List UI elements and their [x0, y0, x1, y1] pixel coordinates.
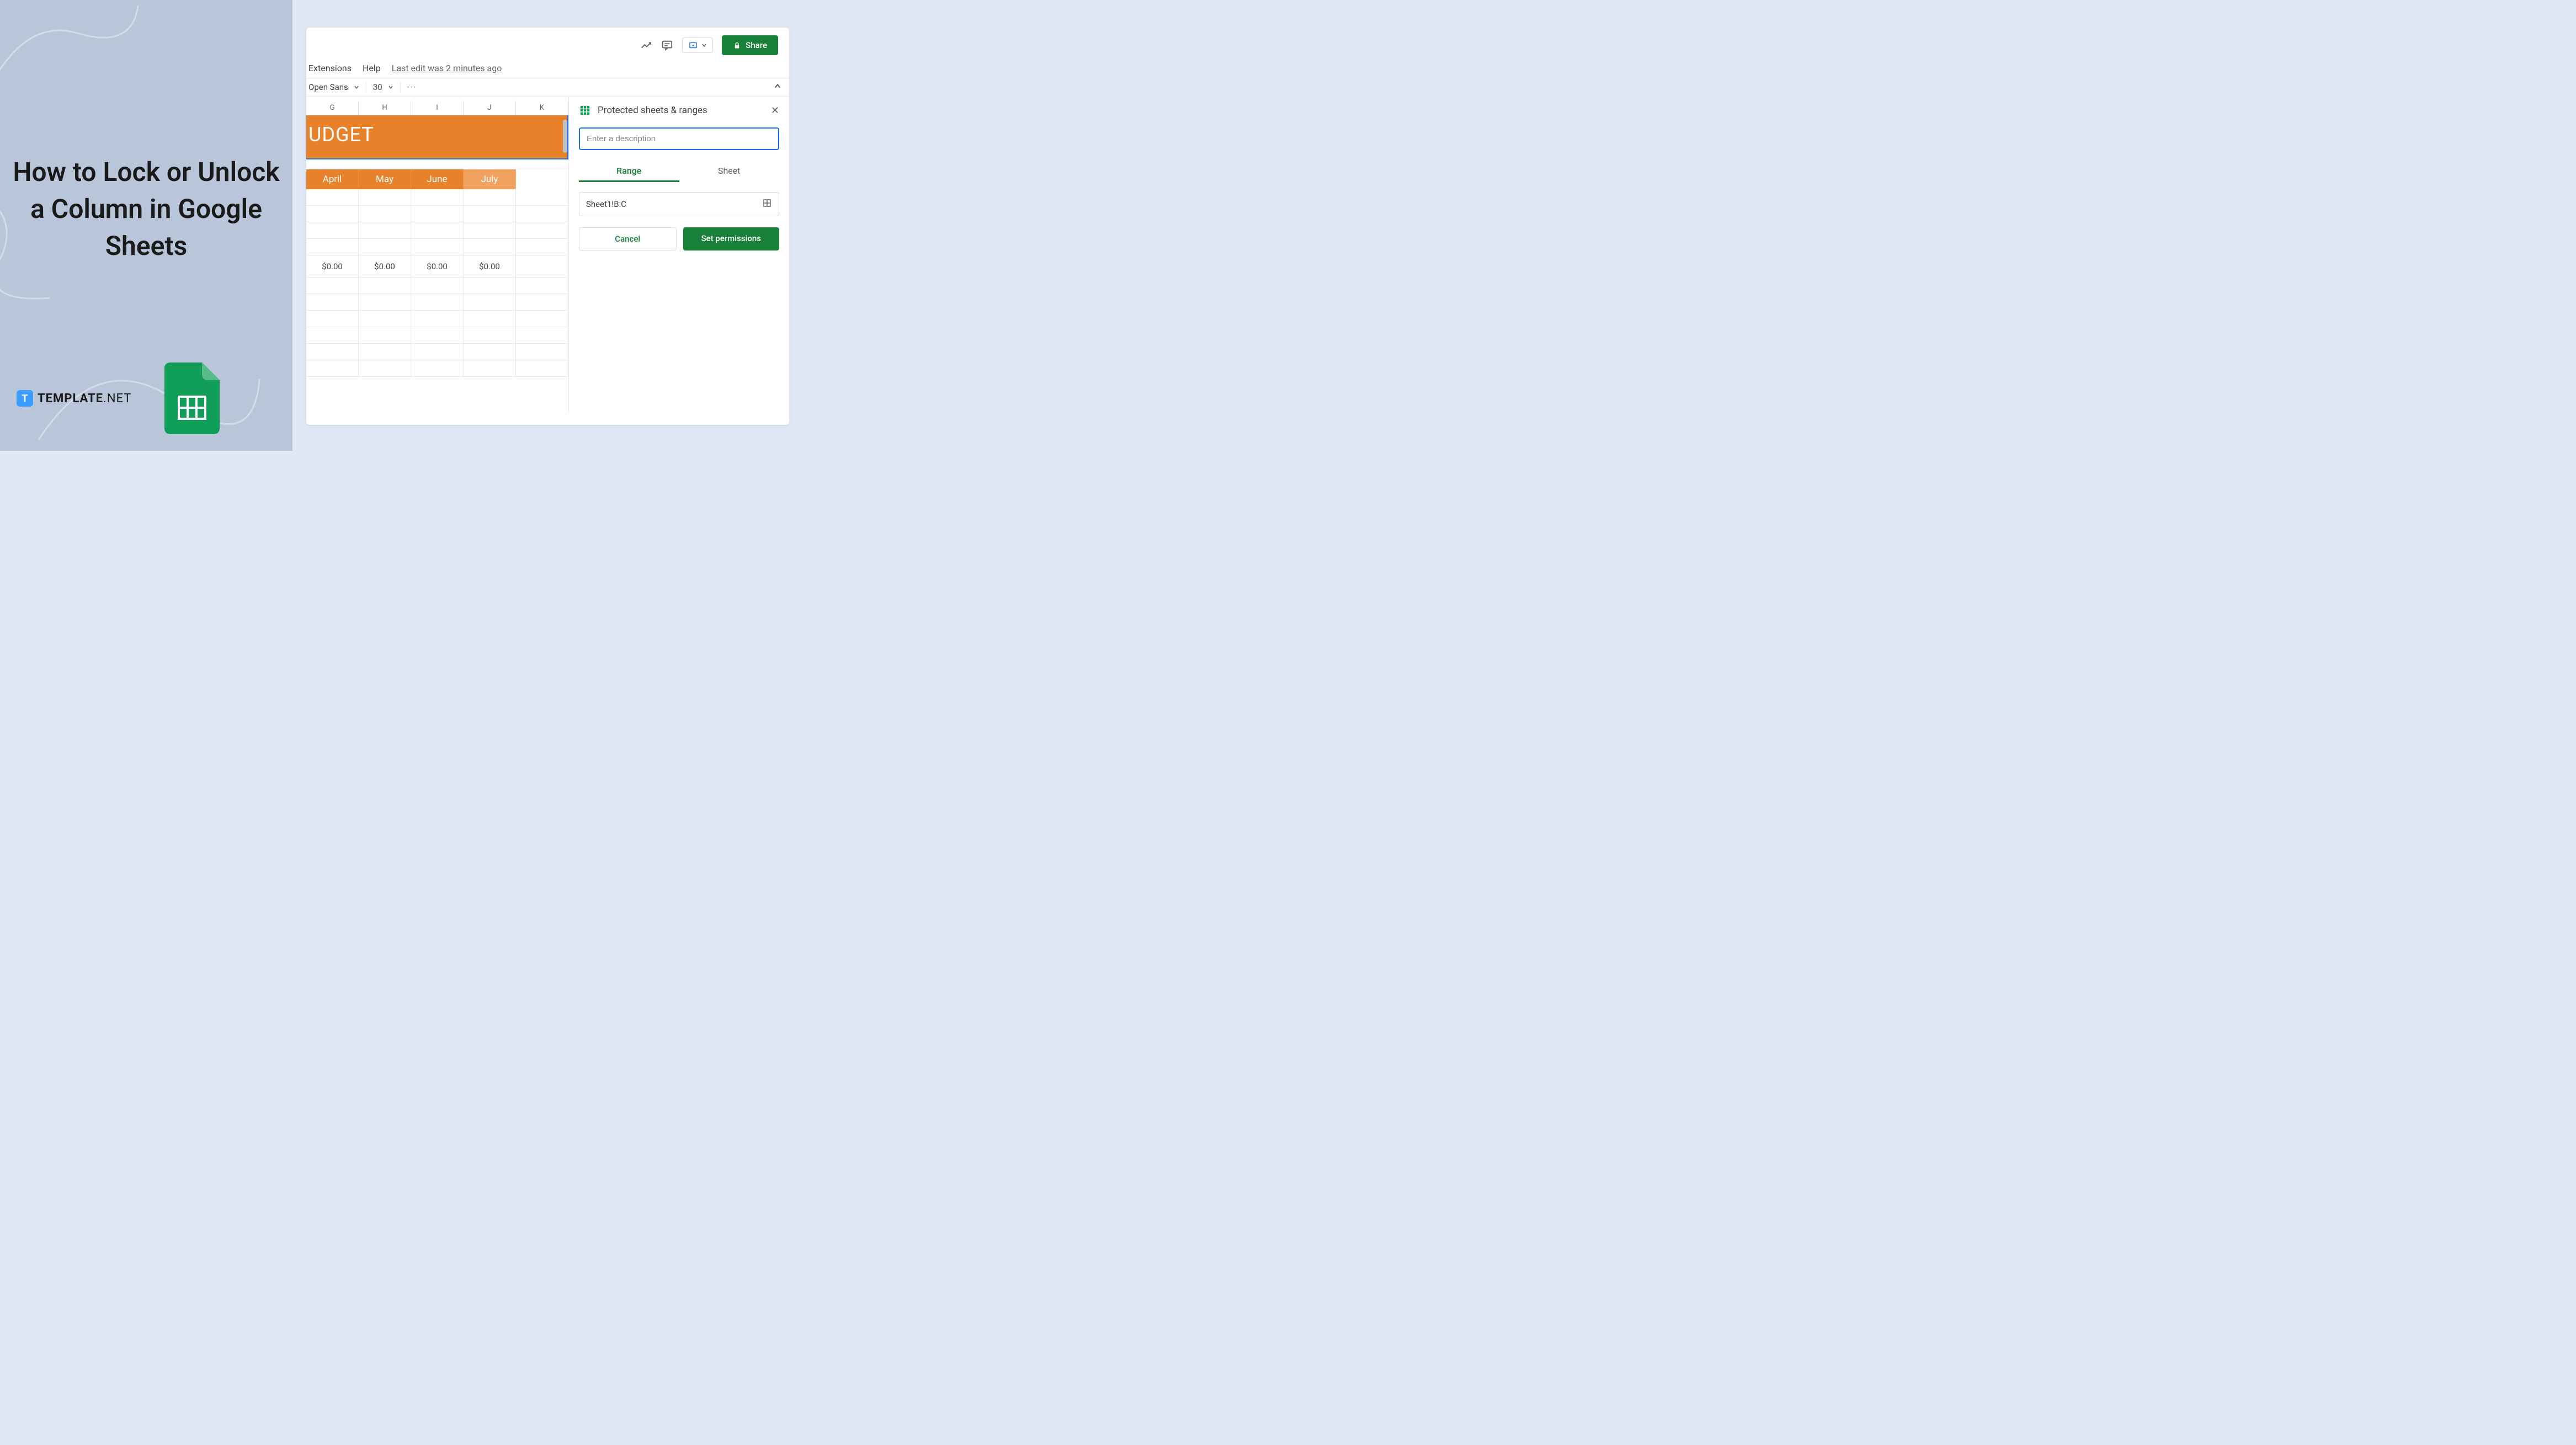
present-button[interactable] [682, 38, 713, 53]
sheet-title-cell[interactable]: UDGET [306, 115, 568, 159]
month-header[interactable]: April [306, 169, 359, 189]
protected-ranges-panel: Protected sheets & ranges ✕ Range Sheet … [568, 97, 789, 414]
month-header[interactable]: June [411, 169, 464, 189]
font-size-selector[interactable]: 30 [373, 82, 393, 92]
tab-sheet[interactable]: Sheet [679, 161, 780, 182]
range-input[interactable]: Sheet1!B:C [579, 192, 779, 216]
description-input[interactable] [579, 127, 779, 150]
page-title: How to Lock or Unlock a Column in Google… [11, 153, 281, 265]
column-header[interactable]: K [516, 101, 568, 115]
empty-cell[interactable] [516, 169, 568, 189]
brand-icon: T [17, 390, 33, 407]
column-header[interactable]: J [464, 101, 516, 115]
cancel-button[interactable]: Cancel [579, 227, 677, 250]
column-header[interactable]: I [411, 101, 464, 115]
separator [400, 82, 401, 93]
spreadsheet-grid[interactable]: G H I J K UDGET April May June July $0.0… [306, 97, 568, 414]
tab-range[interactable]: Range [579, 161, 679, 182]
chevron-down-icon [388, 84, 393, 90]
chevron-down-icon [354, 84, 359, 90]
vertical-scrollbar[interactable] [563, 120, 567, 153]
share-label: Share [746, 40, 767, 50]
brand-name: TEMPLATE [38, 392, 103, 406]
brand-logo: T TEMPLATE.NET [17, 390, 131, 407]
last-edit-link[interactable]: Last edit was 2 minutes ago [392, 63, 502, 73]
column-header[interactable]: G [306, 101, 359, 115]
month-header[interactable]: May [359, 169, 411, 189]
empty-cell[interactable] [516, 255, 568, 277]
value-cell[interactable]: $0.00 [359, 255, 411, 277]
chevron-down-icon [701, 42, 707, 48]
month-header[interactable]: July [464, 169, 516, 189]
share-button[interactable]: Share [722, 35, 778, 55]
set-permissions-button[interactable]: Set permissions [683, 227, 780, 250]
value-cell[interactable]: $0.00 [411, 255, 464, 277]
menu-help[interactable]: Help [363, 63, 381, 73]
value-cell[interactable]: $0.00 [306, 255, 359, 277]
font-name: Open Sans [308, 82, 348, 92]
google-sheets-icon [164, 362, 220, 434]
close-icon[interactable]: ✕ [771, 105, 779, 116]
font-size: 30 [373, 82, 382, 92]
menu-extensions[interactable]: Extensions [308, 63, 352, 73]
comments-icon[interactable] [661, 39, 673, 51]
select-range-icon[interactable] [762, 198, 772, 210]
sheets-window: Share Extensions Help Last edit was 2 mi… [306, 28, 789, 425]
sheets-small-icon [579, 104, 591, 116]
font-selector[interactable]: Open Sans [308, 82, 359, 92]
activity-icon[interactable] [640, 39, 652, 51]
value-cell[interactable]: $0.00 [464, 255, 516, 277]
brand-suffix: .NET [103, 392, 131, 406]
more-toolbar[interactable]: ··· [407, 82, 417, 92]
panel-title: Protected sheets & ranges [598, 105, 764, 116]
column-header[interactable]: H [359, 101, 411, 115]
range-value: Sheet1!B:C [586, 199, 626, 209]
collapse-toolbar-icon[interactable] [774, 82, 781, 92]
lock-icon [733, 41, 741, 50]
tutorial-title-panel: How to Lock or Unlock a Column in Google… [0, 0, 292, 451]
